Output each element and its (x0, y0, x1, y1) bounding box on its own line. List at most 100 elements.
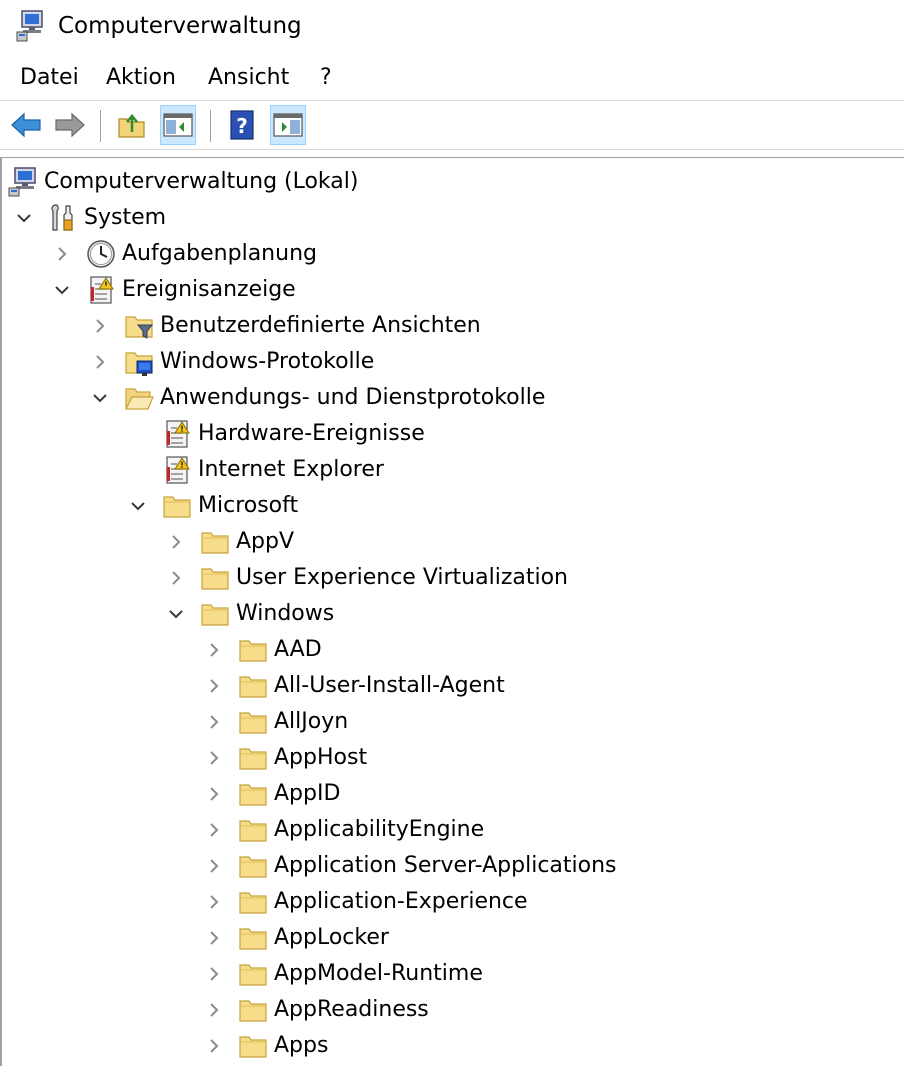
tree-node-label: Windows (236, 601, 335, 626)
menu-help[interactable]: ? (320, 64, 332, 92)
tree-node-label: User Experience Virtualization (236, 565, 568, 590)
toolbar-divider (0, 149, 904, 150)
tree-node-windows[interactable]: Windows (2, 596, 902, 632)
folder-icon (238, 635, 268, 665)
tree-node-label: AllJoyn (274, 709, 349, 734)
back-arrow-icon (11, 112, 41, 138)
chevron-down-icon[interactable] (128, 496, 148, 516)
svg-text:?: ? (236, 114, 248, 138)
tree-node-benutzerdefinierte-ansichten[interactable]: Benutzerdefinierte Ansichten (2, 308, 902, 344)
folder-icon (238, 779, 268, 809)
chevron-right-icon[interactable] (90, 316, 110, 336)
chevron-right-icon[interactable] (204, 892, 224, 912)
tree-node-system[interactable]: System (2, 200, 902, 236)
tree-node-aufgabenplanung[interactable]: Aufgabenplanung (2, 236, 902, 272)
chevron-right-icon[interactable] (166, 568, 186, 588)
tree-node-label: Benutzerdefinierte Ansichten (160, 313, 481, 338)
chevron-right-icon[interactable] (90, 352, 110, 372)
folder-icon (238, 707, 268, 737)
show-hide-console-tree-button[interactable] (160, 105, 196, 145)
tree-node-label: System (84, 205, 167, 230)
console-tree[interactable]: Computerverwaltung (Lokal) System Aufgaben… (2, 164, 904, 1066)
toolbar-separator (100, 110, 101, 142)
menu-ansicht[interactable]: Ansicht (208, 64, 289, 92)
tools-icon (48, 203, 78, 233)
chevron-down-icon[interactable] (166, 604, 186, 624)
tree-node-aad[interactable]: AAD (2, 632, 902, 668)
chevron-right-icon[interactable] (204, 856, 224, 876)
tree-node-hardware-ereignisse[interactable]: Hardware-Ereignisse (2, 416, 902, 452)
tree-node-label: AppReadiness (274, 997, 429, 1022)
menu-datei[interactable]: Datei (20, 64, 79, 92)
chevron-down-icon[interactable] (90, 388, 110, 408)
folder-icon (200, 563, 230, 593)
tree-node-computerverwaltung-lokal[interactable]: Computerverwaltung (Lokal) (2, 164, 902, 200)
tree-node-application-server-applications[interactable]: Application Server-Applications (2, 848, 902, 884)
forward-button[interactable] (52, 105, 88, 145)
tree-node-microsoft[interactable]: Microsoft (2, 488, 902, 524)
tree-node-appid[interactable]: AppID (2, 776, 902, 812)
tree-node-label: Microsoft (198, 493, 299, 518)
event-viewer-icon (86, 275, 116, 305)
event-log-icon (162, 419, 192, 449)
tree-node-label: Application-Experience (274, 889, 528, 914)
folder-icon (238, 671, 268, 701)
chevron-right-icon[interactable] (166, 532, 186, 552)
up-folder-button[interactable] (114, 105, 150, 145)
chevron-down-icon[interactable] (14, 208, 34, 228)
tree-node-label: AAD (274, 637, 322, 662)
tree-node-internet-explorer[interactable]: Internet Explorer (2, 452, 902, 488)
tree-node-label: AppID (274, 781, 341, 806)
computer-icon (8, 167, 38, 197)
chevron-right-icon[interactable] (204, 820, 224, 840)
folder-icon (238, 923, 268, 953)
chevron-right-icon[interactable] (204, 712, 224, 732)
chevron-down-icon[interactable] (52, 280, 72, 300)
tree-node-user-experience-virtualization[interactable]: User Experience Virtualization (2, 560, 902, 596)
tree-node-apphost[interactable]: AppHost (2, 740, 902, 776)
chevron-right-icon[interactable] (204, 748, 224, 768)
folder-icon (200, 599, 230, 629)
folder-icon (162, 491, 192, 521)
chevron-right-icon[interactable] (204, 928, 224, 948)
folder-icon (238, 743, 268, 773)
chevron-right-icon[interactable] (204, 1000, 224, 1020)
tree-node-label: Ereignisanzeige (122, 277, 296, 302)
tree-node-appreadiness[interactable]: AppReadiness (2, 992, 902, 1028)
tree-node-anwendungs-und-dienstprotokolle[interactable]: Anwendungs- und Dienstprotokolle (2, 380, 902, 416)
tree-node-appv[interactable]: AppV (2, 524, 902, 560)
tree-node-appmodel-runtime[interactable]: AppModel-Runtime (2, 956, 902, 992)
chevron-right-icon[interactable] (204, 676, 224, 696)
tree-node-alljoyn[interactable]: AllJoyn (2, 704, 902, 740)
folder-open-icon (124, 383, 154, 413)
action-pane-icon (273, 113, 303, 137)
tree-pane-border (0, 157, 904, 158)
tree-node-ereignisanzeige[interactable]: Ereignisanzeige (2, 272, 902, 308)
up-folder-icon (118, 114, 145, 138)
toolbar-separator-2 (210, 110, 211, 142)
menu-bar: Datei Aktion Ansicht ? (0, 58, 904, 98)
chevron-right-icon[interactable] (52, 244, 72, 264)
tree-node-apps[interactable]: Apps (2, 1028, 902, 1064)
menu-aktion[interactable]: Aktion (106, 64, 176, 92)
chevron-right-icon[interactable] (204, 1036, 224, 1056)
tree-node-label: Application Server-Applications (274, 853, 617, 878)
tree-node-label: AppLocker (274, 925, 389, 950)
tree-node-application-experience[interactable]: Application-Experience (2, 884, 902, 920)
tree-node-all-user-install-agent[interactable]: All-User-Install-Agent (2, 668, 902, 704)
chevron-right-icon[interactable] (204, 784, 224, 804)
folder-icon (238, 1031, 268, 1061)
tree-node-applocker[interactable]: AppLocker (2, 920, 902, 956)
tree-node-label: Hardware-Ereignisse (198, 421, 425, 446)
back-button[interactable] (8, 105, 44, 145)
chevron-right-icon[interactable] (204, 640, 224, 660)
tree-node-label: ApplicabilityEngine (274, 817, 485, 842)
tree-node-label: Apps (274, 1033, 329, 1058)
tree-node-windows-protokolle[interactable]: Windows-Protokolle (2, 344, 902, 380)
chevron-right-icon[interactable] (204, 964, 224, 984)
folder-icon (238, 995, 268, 1025)
help-button[interactable]: ? (224, 105, 260, 145)
show-hide-action-pane-button[interactable] (270, 105, 306, 145)
tree-node-applicabilityengine[interactable]: ApplicabilityEngine (2, 812, 902, 848)
tree-node-label: Aufgabenplanung (122, 241, 317, 266)
